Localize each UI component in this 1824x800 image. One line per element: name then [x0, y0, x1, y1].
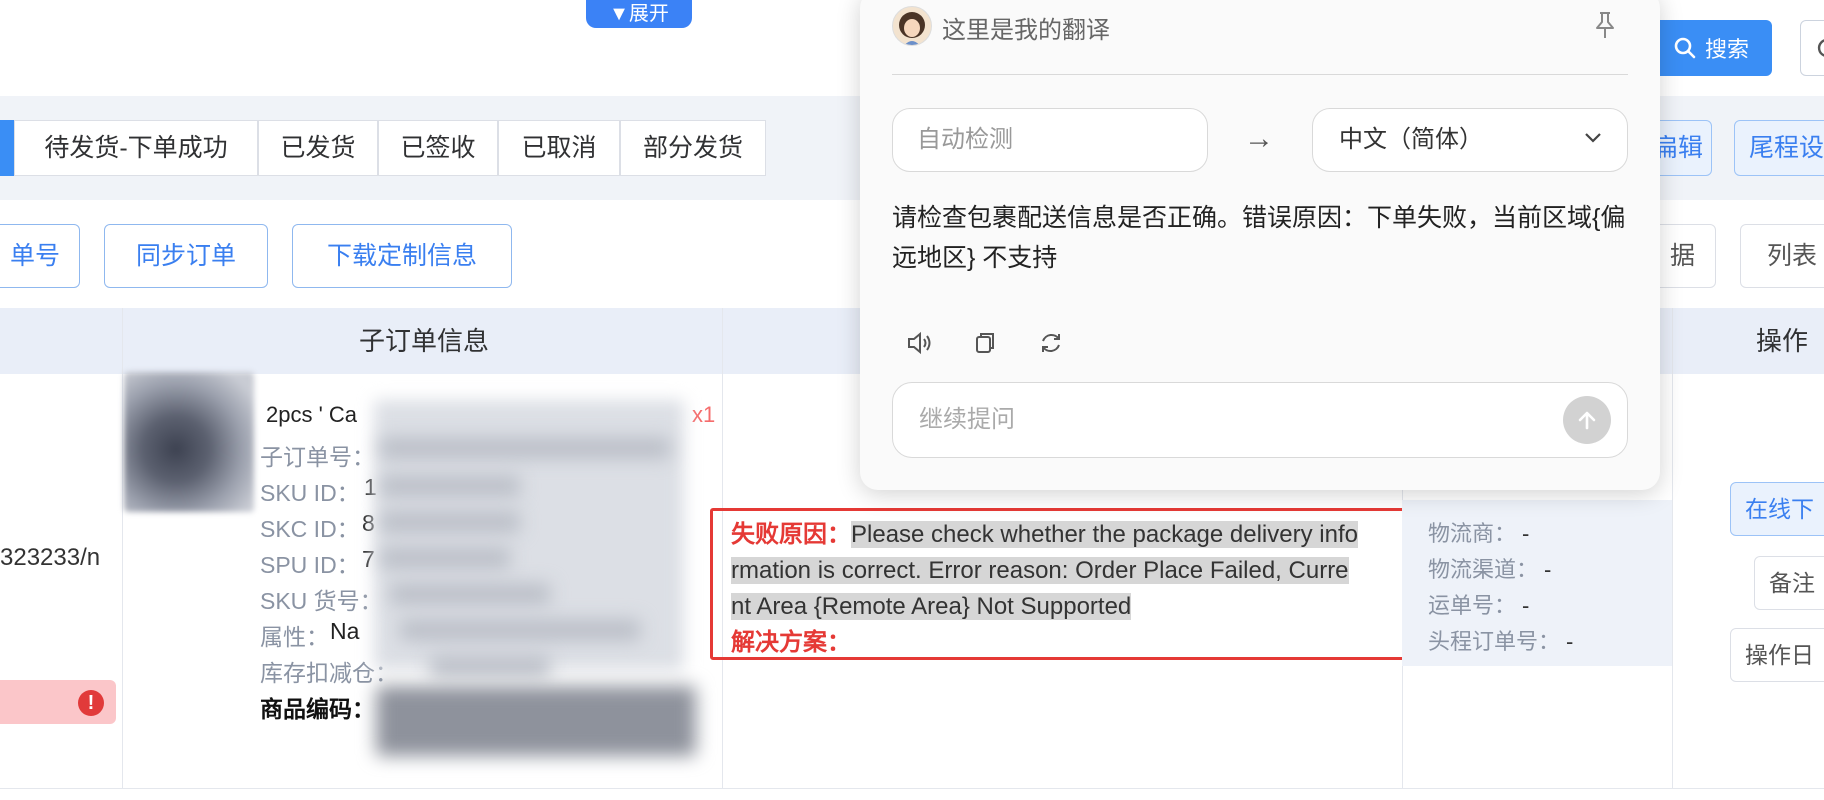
failure-reason-text: Please check whether the package deliver…: [851, 521, 1358, 548]
redacted-text: [380, 476, 520, 496]
tab-cancelled[interactable]: 已取消: [498, 120, 620, 176]
expand-toggle[interactable]: ▼展开: [586, 0, 692, 28]
tracking-row: 运单号： -: [1428, 593, 1530, 618]
target-language-select[interactable]: 中文（简体）: [1312, 108, 1628, 172]
tab-partial-shipped[interactable]: 部分发货: [620, 120, 766, 176]
note-button[interactable]: 备注: [1754, 556, 1824, 610]
failure-reason-text: rmation is correct. Error reason: Order …: [731, 557, 1349, 584]
header-sub-order-info: 子订单信息: [358, 326, 489, 356]
skc-id-label: SKC ID：: [260, 516, 360, 542]
spu-id-value: 7: [362, 546, 375, 572]
tab-active[interactable]: [0, 120, 14, 176]
place-order-online-button[interactable]: 在线下: [1730, 482, 1824, 536]
list-settings-button[interactable]: 列表: [1740, 224, 1824, 288]
refresh-icon: [1817, 39, 1824, 57]
copy-order-no-button[interactable]: 单号: [0, 224, 80, 288]
carrier-value: -: [1522, 521, 1530, 546]
regenerate-icon[interactable]: [1036, 328, 1066, 358]
sku-code-label: SKU 货号：: [260, 588, 383, 614]
download-custom-info-button[interactable]: 下载定制信息: [292, 224, 512, 288]
sync-orders-button[interactable]: 同步订单: [104, 224, 268, 288]
redacted-text: [380, 548, 510, 568]
speaker-icon[interactable]: [904, 328, 934, 358]
channel-row: 物流渠道： -: [1428, 557, 1552, 582]
product-quantity: x1: [692, 402, 716, 427]
product-thumbnail[interactable]: [124, 372, 254, 512]
arrow-right-icon: →: [1244, 122, 1274, 155]
tab-pending-ship-success[interactable]: 待发货-下单成功: [14, 120, 258, 176]
head-order-value: -: [1566, 629, 1574, 654]
tail-setting-button[interactable]: 尾程设: [1734, 120, 1824, 176]
assistant-avatar: [892, 6, 932, 46]
product-code-label: 商品编码：: [260, 696, 375, 722]
operation-log-button[interactable]: 操作日: [1730, 628, 1824, 682]
tracking-value: -: [1522, 593, 1530, 618]
failure-reason-box[interactable]: 失败原因：Please check whether the package de…: [710, 508, 1424, 660]
product-title[interactable]: 2pcs ' Ca: [266, 402, 357, 428]
spu-id-label: SPU ID：: [260, 552, 360, 578]
column-divider: [1672, 308, 1673, 788]
followup-input[interactable]: 继续提问: [892, 382, 1628, 458]
column-divider: [122, 308, 123, 788]
search-button-label: 搜索: [1704, 37, 1749, 62]
failure-reason-text: nt Area {Remote Area} Not Supported: [731, 593, 1132, 620]
send-button[interactable]: [1563, 396, 1611, 444]
tab-signed[interactable]: 已签收: [378, 120, 498, 176]
search-icon: [1674, 37, 1696, 59]
source-language-select[interactable]: 自动检测: [892, 108, 1208, 172]
redacted-text: [380, 438, 670, 458]
redacted-text: [376, 686, 696, 756]
skc-id-value: 8: [362, 510, 375, 536]
failure-reason-label: 失败原因：: [731, 521, 851, 548]
redacted-text: [380, 512, 520, 532]
copy-icon[interactable]: [970, 328, 1000, 358]
pin-icon[interactable]: [1592, 10, 1618, 40]
popup-divider: [892, 74, 1628, 75]
channel-value: -: [1544, 557, 1552, 582]
reset-button[interactable]: [1800, 20, 1824, 76]
attribute-value: Na: [330, 618, 360, 644]
order-number: 323233/n: [0, 544, 101, 571]
redacted-text: [430, 656, 550, 676]
head-order-row: 头程订单号： -: [1428, 629, 1574, 654]
search-button[interactable]: 搜索: [1650, 20, 1772, 76]
carrier-row: 物流商： -: [1428, 521, 1530, 546]
row-divider: [0, 788, 1824, 789]
tab-shipped[interactable]: 已发货: [258, 120, 378, 176]
attribute-label: 属性：: [260, 624, 329, 650]
solution-label: 解决方案：: [731, 629, 851, 656]
redacted-text: [400, 620, 640, 640]
arrow-up-icon: [1578, 411, 1596, 430]
redacted-text: [390, 584, 550, 604]
header-operations: 操作: [1756, 326, 1809, 356]
chevron-down-icon[interactable]: [1582, 126, 1604, 148]
sku-id-label: SKU ID：: [260, 480, 360, 506]
translation-result: 请检查包裹配送信息是否正确。错误原因：下单失败，当前区域{偏远地区} 不支持: [892, 204, 1626, 272]
sub-order-no-label: 子订单号：: [260, 444, 375, 470]
error-icon: !: [78, 690, 104, 716]
popup-title: 这里是我的翻译: [942, 17, 1110, 44]
